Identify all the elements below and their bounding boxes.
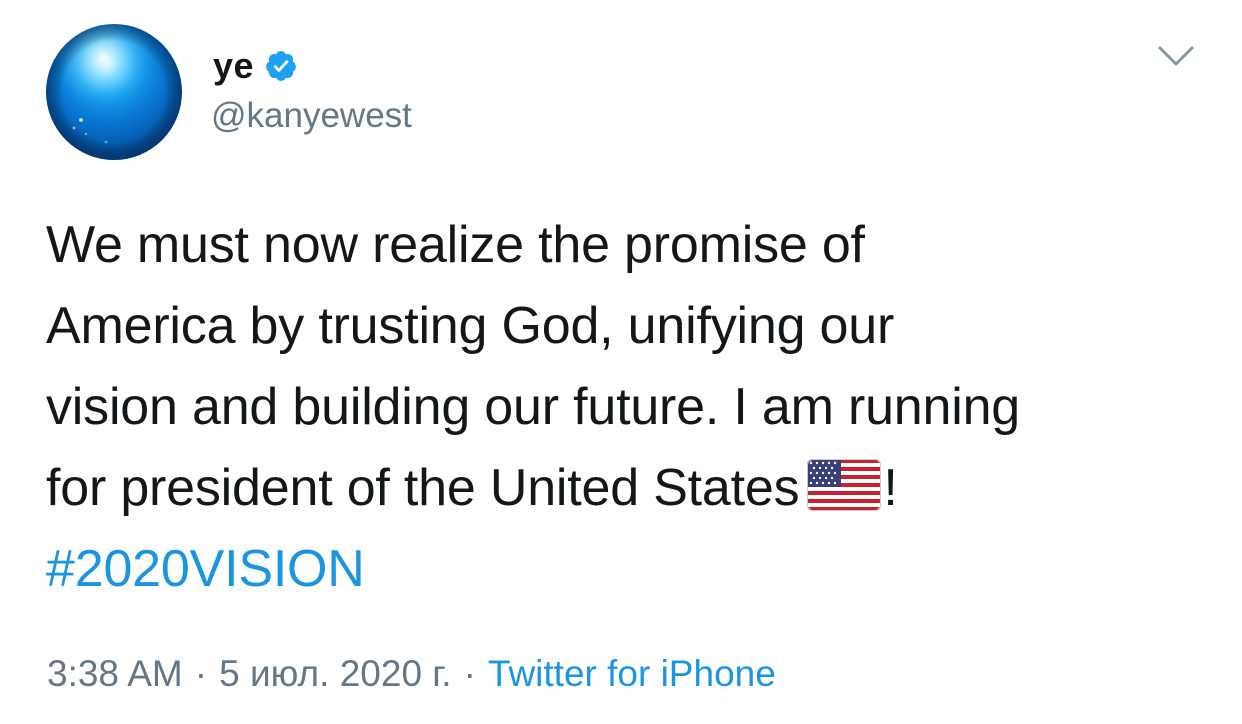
tweet-text-line: vision and building our future. I am run…	[46, 378, 1021, 436]
tweet-source-link[interactable]: Twitter for iPhone	[488, 653, 776, 694]
tweet-text: We must now realize the promise of Ameri…	[46, 205, 1216, 610]
verified-badge-icon	[264, 49, 298, 83]
meta-separator: ·	[463, 653, 476, 694]
us-flag-icon	[807, 454, 882, 511]
tweet-text-line-with-flag: for president of the United States !	[46, 448, 1216, 529]
tweet-text-punctuation: !	[883, 459, 898, 517]
meta-separator: ·	[194, 653, 208, 694]
tweet-time[interactable]: 3:38 AM	[47, 653, 183, 694]
tweet-text-segment: for president of the United States	[46, 459, 800, 517]
chevron-down-icon[interactable]	[1156, 44, 1196, 70]
avatar-globe-icon	[46, 24, 182, 160]
user-handle[interactable]: @kanyewest	[211, 96, 412, 136]
tweet-text-line: We must now realize the promise of	[46, 216, 865, 274]
tweet-card: ye @kanyewest We must now realize the pr…	[0, 0, 1242, 724]
avatar[interactable]	[46, 24, 182, 160]
tweet-date[interactable]: 5 июл. 2020 г.	[219, 653, 451, 694]
tweet-meta: 3:38 AM · 5 июл. 2020 г. · Twitter for iPhon…	[47, 652, 776, 696]
tweet-text-line: America by trusting God, unifying our	[46, 297, 895, 355]
author-name-row[interactable]: ye	[213, 42, 298, 90]
hashtag-link[interactable]: #2020VISION	[46, 529, 1216, 610]
display-name[interactable]: ye	[213, 48, 254, 84]
